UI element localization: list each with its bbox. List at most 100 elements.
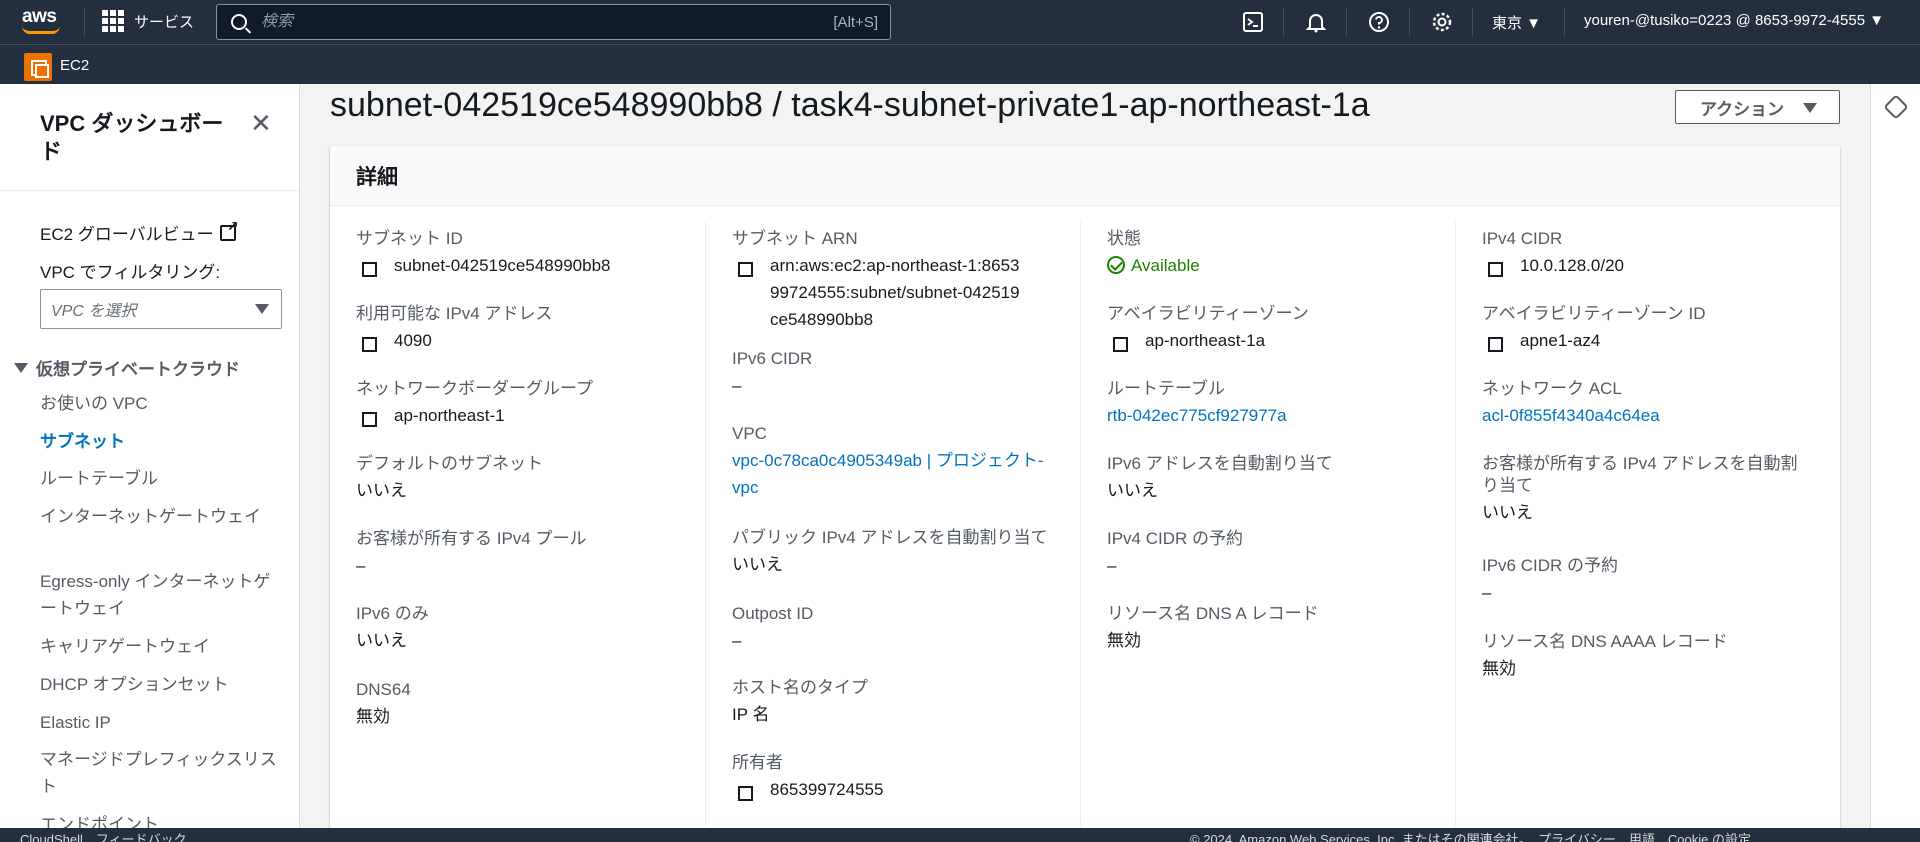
sidebar-title[interactable]: VPC ダッシュボード — [40, 110, 240, 166]
field-value: いいえ — [732, 555, 783, 574]
field-label: ネットワーク ACL — [1482, 379, 1622, 398]
field-label: デフォルトのサブネット — [356, 454, 543, 473]
nav-divider — [1283, 8, 1284, 36]
field-label: VPC — [732, 424, 767, 443]
nav-divider — [1472, 8, 1473, 36]
aws-smile-icon — [22, 26, 60, 34]
sidebar-section-vpc[interactable]: 仮想プライベートクラウド — [14, 355, 240, 380]
services-menu-button[interactable]: サービス — [102, 10, 194, 32]
services-label: サービス — [134, 13, 195, 31]
gear-icon[interactable] — [1430, 10, 1454, 34]
close-icon[interactable]: ✕ — [250, 110, 274, 136]
cloudshell-icon[interactable] — [1241, 10, 1265, 34]
copy-icon[interactable] — [1488, 258, 1507, 277]
details-columns: サブネット ID subnet-042519ce548990bb8 利用可能な … — [330, 206, 1840, 828]
field-ipv6-only: IPv6 のみ いいえ — [356, 603, 686, 654]
field-state: 状態 Available — [1107, 228, 1437, 279]
field-label: リソース名 DNS AAAA レコード — [1482, 632, 1728, 651]
help-icon[interactable] — [1367, 10, 1391, 34]
sidebar-item-your-vpcs[interactable]: お使いの VPC — [40, 390, 280, 417]
field-ipv4-cidr-reservations: IPv4 CIDR の予約 – — [1107, 528, 1437, 579]
field-value: apne1-az4 — [1520, 331, 1601, 350]
field-value: 無効 — [356, 707, 390, 726]
field-label: IPv4 CIDR の予約 — [1107, 529, 1244, 548]
search-input[interactable] — [261, 13, 761, 31]
field-label: サブネット ID — [356, 229, 463, 248]
field-outpost-id: Outpost ID – — [732, 603, 1062, 654]
section-label: 仮想プライベートクラウド — [36, 360, 240, 379]
field-value: – — [732, 631, 742, 650]
copy-icon[interactable] — [362, 258, 381, 277]
field-customer-ipv4-pool: お客様が所有する IPv4 プール – — [356, 528, 686, 579]
sidebar-item-egress-only-gateways[interactable]: Egress-only インターネットゲートウェイ — [40, 568, 280, 622]
copy-icon[interactable] — [362, 333, 381, 352]
sidebar-item-subnets[interactable]: サブネット — [40, 428, 280, 455]
route-table-link[interactable]: rtb-042ec775cf927977a — [1107, 402, 1437, 429]
vpc-link[interactable]: vpc-0c78ca0c4905349ab | プロジェクト-vpc — [732, 447, 1062, 501]
field-label: IPv6 CIDR — [732, 349, 813, 368]
ec2-icon[interactable] — [24, 53, 52, 81]
search-icon — [231, 14, 247, 30]
copy-icon[interactable] — [1113, 333, 1132, 352]
nav-divider — [1346, 8, 1347, 36]
copy-icon[interactable] — [738, 782, 757, 801]
account-menu[interactable]: youren-@tusiko=0223 @ 8653-9972-4555 ▼ — [1584, 12, 1884, 29]
field-value: – — [732, 376, 742, 395]
field-value: subnet-042519ce548990bb8 — [394, 256, 611, 275]
search-bar[interactable]: [Alt+S] — [216, 4, 891, 40]
field-auto-assign-ipv6: IPv6 アドレスを自動割り当て いいえ — [1107, 453, 1437, 504]
field-network-border-group: ネットワークボーダーグループ ap-northeast-1 — [356, 378, 686, 429]
field-value: IP 名 — [732, 705, 770, 724]
vpc-filter-placeholder: VPC を選択 — [51, 303, 137, 320]
field-value: いいえ — [1482, 503, 1533, 522]
page-title: subnet-042519ce548990bb8 / task4-subnet-… — [330, 86, 1370, 124]
copy-icon[interactable] — [738, 258, 757, 277]
field-label: リソース名 DNS A レコード — [1107, 604, 1319, 623]
footer-bar: CloudShell フィードバック © 2024, Amazon Web Se… — [0, 828, 1920, 842]
field-auto-assign-customer-ipv4: お客様が所有する IPv4 アドレスを自動割り当て いいえ — [1482, 453, 1812, 526]
sidebar-item-global-view[interactable]: EC2 グローバルビュー — [40, 218, 239, 245]
service-link-ec2[interactable]: EC2 — [60, 57, 89, 74]
info-panel-icon[interactable] — [1883, 94, 1909, 120]
sidebar-item-carrier-gateways[interactable]: キャリアゲートウェイ — [40, 633, 280, 660]
field-value: 無効 — [1482, 659, 1516, 678]
actions-button[interactable]: アクション — [1675, 90, 1840, 124]
field-label: IPv6 CIDR の予約 — [1482, 556, 1619, 575]
sidebar-item-dhcp-option-sets[interactable]: DHCP オプションセット — [40, 671, 280, 698]
field-subnet-arn: サブネット ARN arn:aws:ec2:ap-northeast-1:865… — [732, 228, 1062, 333]
copy-icon[interactable] — [1488, 333, 1507, 352]
region-selector[interactable]: 東京 ▼ — [1492, 12, 1541, 33]
aws-logo[interactable]: aws — [22, 6, 62, 36]
grid-icon — [102, 10, 124, 32]
sidebar-item-route-tables[interactable]: ルートテーブル — [40, 465, 280, 492]
field-label: お客様が所有する IPv4 プール — [356, 529, 587, 548]
global-view-label: EC2 グローバルビュー — [40, 225, 214, 244]
sidebar-item-elastic-ip[interactable]: Elastic IP — [40, 709, 280, 736]
field-label: 利用可能な IPv4 アドレス — [356, 304, 553, 323]
field-value: いいえ — [356, 631, 407, 650]
sidebar-item-endpoints[interactable]: エンドポイント — [40, 811, 280, 828]
status-badge: Available — [1131, 256, 1200, 275]
caret-down-icon — [255, 304, 269, 314]
search-shortcut: [Alt+S] — [833, 14, 878, 31]
details-column-3: 状態 Available アベイラビリティーゾーン ap-northeast-1… — [1080, 222, 1455, 826]
field-label: アベイラビリティーゾーン ID — [1482, 304, 1706, 323]
field-label: ホスト名のタイプ — [732, 678, 868, 697]
sidebar-item-managed-prefix-lists[interactable]: マネージドプレフィックスリスト — [40, 746, 280, 800]
field-network-acl: ネットワーク ACL acl-0f855f4340a4c64ea — [1482, 378, 1812, 429]
field-dns-aaaa-record: リソース名 DNS AAAA レコード 無効 — [1482, 631, 1812, 682]
footer-right-links[interactable]: © 2024, Amazon Web Services, Inc. またはその関… — [1190, 829, 1751, 842]
copy-icon[interactable] — [362, 408, 381, 427]
network-acl-link[interactable]: acl-0f855f4340a4c64ea — [1482, 402, 1812, 429]
vpc-filter-select[interactable]: VPC を選択 — [40, 289, 282, 329]
field-label: IPv6 のみ — [356, 604, 429, 623]
sidebar-item-internet-gateways[interactable]: インターネットゲートウェイ — [40, 503, 280, 530]
field-hostname-type: ホスト名のタイプ IP 名 — [732, 677, 1062, 728]
footer-left-links[interactable]: CloudShell フィードバック — [20, 829, 187, 842]
field-value: 4090 — [394, 331, 432, 350]
field-label: ネットワークボーダーグループ — [356, 379, 593, 398]
caret-down-icon — [1803, 103, 1817, 113]
nav-divider — [1409, 8, 1410, 36]
bell-icon[interactable] — [1304, 10, 1328, 34]
field-auto-assign-public-ipv4: パブリック IPv4 アドレスを自動割り当て いいえ — [732, 527, 1062, 578]
